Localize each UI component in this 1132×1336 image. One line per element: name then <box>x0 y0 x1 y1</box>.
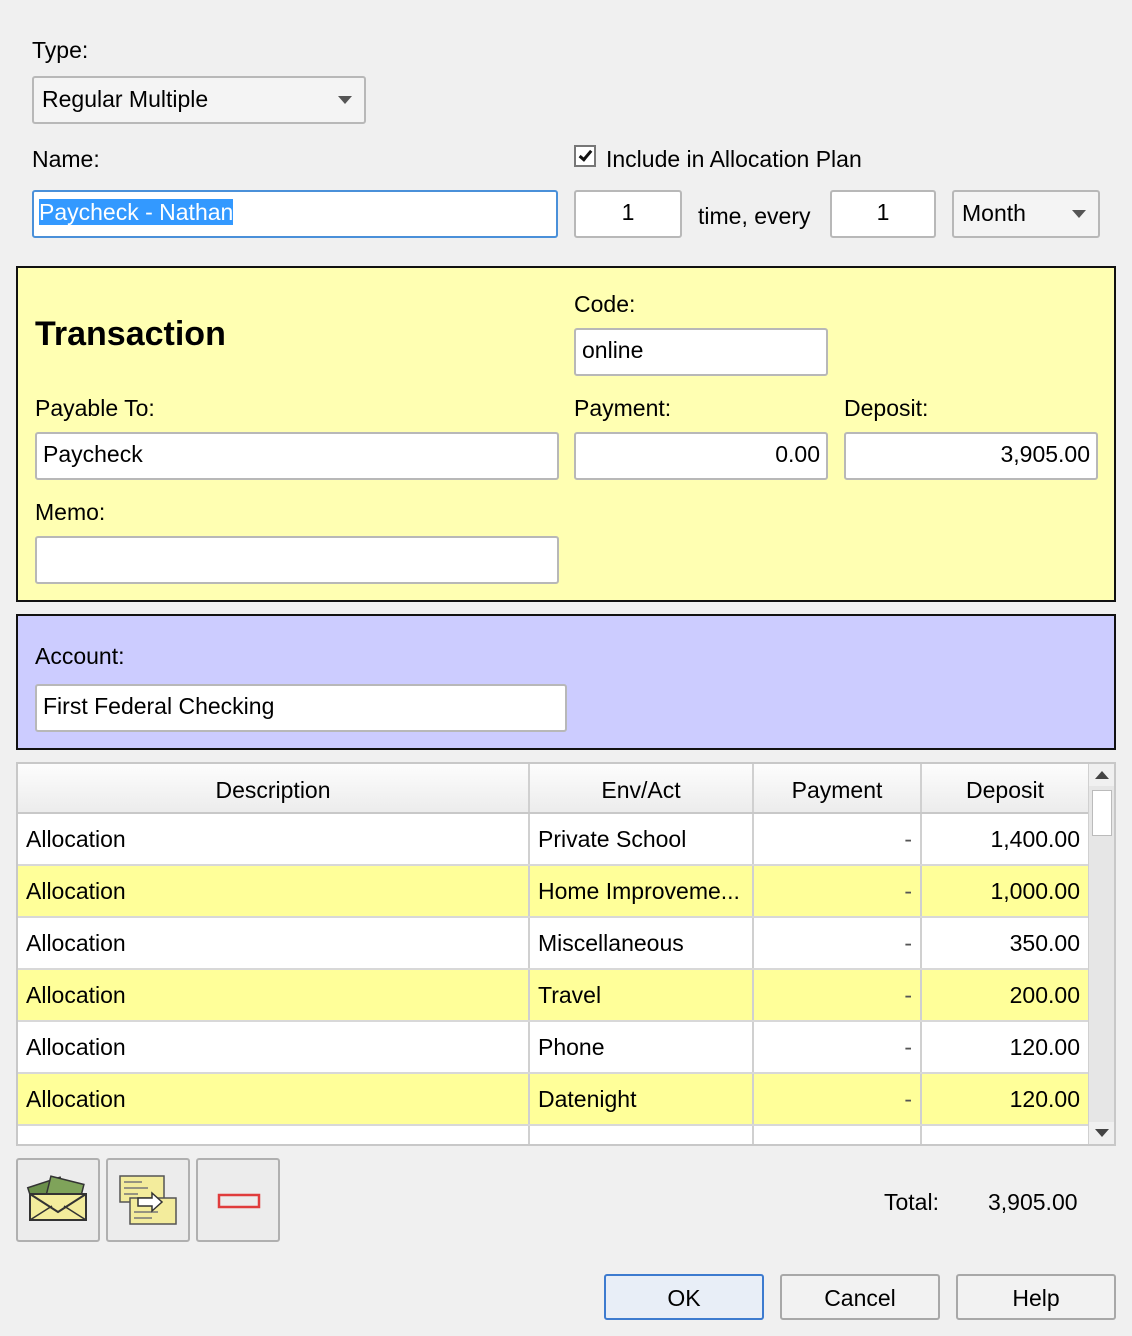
period-dropdown-value: Month <box>962 200 1026 226</box>
cell-deposit: 120.00 <box>922 1074 1090 1124</box>
table-row-partial[interactable] <box>18 1126 1090 1144</box>
cell-env <box>530 1126 754 1144</box>
code-label: Code: <box>574 291 636 317</box>
table-row[interactable]: Allocation Private School - 1,400.00 <box>18 814 1090 866</box>
table-row[interactable]: Allocation Travel - 200.00 <box>18 970 1090 1022</box>
help-button[interactable]: Help <box>956 1274 1116 1320</box>
cancel-button[interactable]: Cancel <box>780 1274 940 1320</box>
payable-to-label: Payable To: <box>35 395 155 421</box>
account-panel: Account: First Federal Checking <box>16 614 1116 750</box>
money-envelope-icon <box>26 1175 87 1221</box>
remove-split-button[interactable] <box>196 1158 280 1242</box>
arrow-up-icon <box>1095 771 1109 779</box>
cell-payment: - <box>754 1022 922 1072</box>
total-label: Total: <box>884 1189 939 1215</box>
checkmark-icon <box>578 147 593 162</box>
payable-to-input[interactable]: Paycheck <box>35 432 559 480</box>
scroll-thumb[interactable] <box>1092 790 1112 836</box>
account-label: Account: <box>35 643 125 669</box>
type-dropdown-value: Regular Multiple <box>42 86 209 112</box>
type-dropdown[interactable]: Regular Multiple <box>32 76 366 124</box>
cell-description <box>18 1126 530 1144</box>
cell-env: Phone <box>530 1022 754 1072</box>
col-header-deposit[interactable]: Deposit <box>922 764 1090 812</box>
chevron-down-icon <box>338 96 352 104</box>
transfer-checks-icon <box>119 1175 177 1225</box>
cell-description: Allocation <box>18 1022 530 1072</box>
cell-deposit: 120.00 <box>922 1022 1090 1072</box>
memo-label: Memo: <box>35 499 106 525</box>
cell-env: Home Improveme... <box>530 866 754 916</box>
arrow-down-icon <box>1095 1129 1109 1137</box>
type-label: Type: <box>32 37 89 63</box>
allocate-envelope-button[interactable] <box>16 1158 100 1242</box>
cell-description: Allocation <box>18 1074 530 1124</box>
table-row[interactable]: Allocation Miscellaneous - 350.00 <box>18 918 1090 970</box>
time-every-label: time, every <box>698 203 811 229</box>
deposit-input[interactable]: 3,905.00 <box>844 432 1098 480</box>
total-value: 3,905.00 <box>988 1189 1078 1215</box>
memo-input[interactable] <box>35 536 559 584</box>
ok-button[interactable]: OK <box>604 1274 764 1320</box>
period-dropdown[interactable]: Month <box>952 190 1100 238</box>
cell-payment: - <box>754 1074 922 1124</box>
cell-description: Allocation <box>18 814 530 864</box>
name-input[interactable]: Paycheck - Nathan <box>32 190 558 238</box>
code-input[interactable]: online <box>574 328 828 376</box>
cell-env: Travel <box>530 970 754 1020</box>
cell-payment: - <box>754 866 922 916</box>
payment-label: Payment: <box>574 395 672 421</box>
deposit-label: Deposit: <box>844 395 929 421</box>
col-header-description[interactable]: Description <box>18 764 530 812</box>
table-row[interactable]: Allocation Home Improveme... - 1,000.00 <box>18 866 1090 918</box>
cell-deposit: 200.00 <box>922 970 1090 1020</box>
table-header: Description Env/Act Payment Deposit <box>18 764 1090 814</box>
scroll-down-button[interactable] <box>1089 1122 1114 1144</box>
include-allocation-label: Include in Allocation Plan <box>606 146 862 172</box>
cell-deposit: 1,000.00 <box>922 866 1090 916</box>
col-header-payment[interactable]: Payment <box>754 764 922 812</box>
cell-description: Allocation <box>18 970 530 1020</box>
payment-input[interactable]: 0.00 <box>574 432 828 480</box>
cell-env: Miscellaneous <box>530 918 754 968</box>
name-label: Name: <box>32 146 100 172</box>
cell-payment <box>754 1126 922 1144</box>
split-table: Description Env/Act Payment Deposit Allo… <box>16 762 1116 1146</box>
transfer-button[interactable] <box>106 1158 190 1242</box>
cell-env: Datenight <box>530 1074 754 1124</box>
table-row[interactable]: Allocation Datenight - 120.00 <box>18 1074 1090 1126</box>
cell-payment: - <box>754 814 922 864</box>
account-input[interactable]: First Federal Checking <box>35 684 567 732</box>
remove-split-icon <box>217 1193 261 1209</box>
interval-input[interactable]: 1 <box>830 190 936 238</box>
cell-deposit: 350.00 <box>922 918 1090 968</box>
cell-description: Allocation <box>18 918 530 968</box>
cell-deposit: 1,400.00 <box>922 814 1090 864</box>
cell-payment: - <box>754 918 922 968</box>
table-scrollbar[interactable] <box>1088 764 1114 1144</box>
cell-description: Allocation <box>18 866 530 916</box>
cell-env: Private School <box>530 814 754 864</box>
col-header-env-act[interactable]: Env/Act <box>530 764 754 812</box>
table-row[interactable]: Allocation Phone - 120.00 <box>18 1022 1090 1074</box>
include-allocation-checkbox[interactable] <box>574 145 596 167</box>
times-input[interactable]: 1 <box>574 190 682 238</box>
name-input-value: Paycheck - Nathan <box>39 199 234 225</box>
transaction-heading: Transaction <box>35 315 226 353</box>
cell-deposit <box>922 1126 1090 1144</box>
transaction-panel: Transaction Code: online Payable To: Pay… <box>16 266 1116 602</box>
cell-payment: - <box>754 970 922 1020</box>
chevron-down-icon <box>1072 210 1086 218</box>
scroll-up-button[interactable] <box>1089 764 1114 786</box>
